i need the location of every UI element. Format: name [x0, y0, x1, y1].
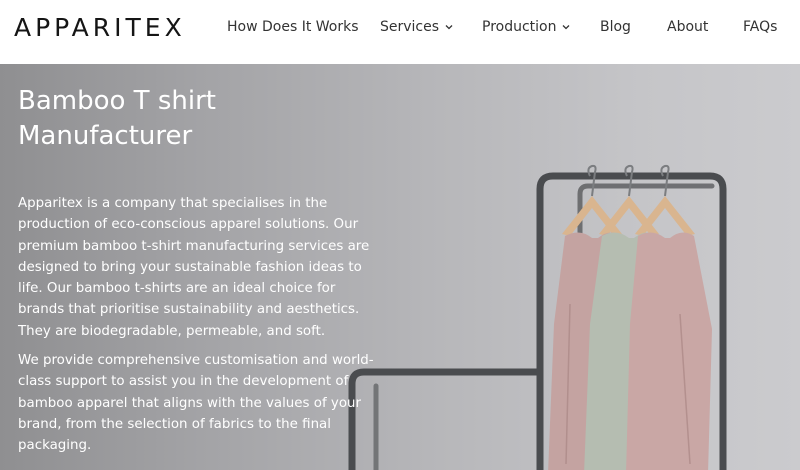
- clothing-rack-image: [348, 164, 727, 470]
- nav-faqs[interactable]: FAQs: [743, 19, 777, 35]
- nav-label: FAQs: [743, 19, 778, 35]
- nav-label: Blog: [600, 19, 631, 35]
- nav-about[interactable]: About: [667, 19, 708, 35]
- hero-paragraph-support: We provide comprehensive customisation a…: [18, 353, 374, 454]
- nav-production[interactable]: Production: [482, 19, 570, 35]
- hero-section: Bamboo T shirt Manufacturer Apparitex is…: [0, 64, 800, 470]
- nav-services[interactable]: Services: [380, 19, 453, 35]
- hero-paragraph-intro: Apparitex is a company that specialises …: [18, 196, 370, 339]
- site-header: APPARITEX How Does It Works Services Pro…: [0, 0, 800, 64]
- nav-label: Production: [482, 19, 557, 35]
- chevron-down-icon: [563, 25, 570, 30]
- nav-label: About: [667, 19, 709, 35]
- nav-label: How Does It Works: [227, 19, 359, 35]
- chevron-down-icon: [445, 25, 453, 30]
- site-logo[interactable]: APPARITEX: [14, 14, 186, 42]
- hero-title: Bamboo T shirt Manufacturer: [18, 86, 216, 151]
- nav-label: Services: [380, 19, 440, 35]
- nav-how-it-works[interactable]: How Does It Works: [227, 19, 359, 35]
- nav-blog[interactable]: Blog: [600, 19, 631, 35]
